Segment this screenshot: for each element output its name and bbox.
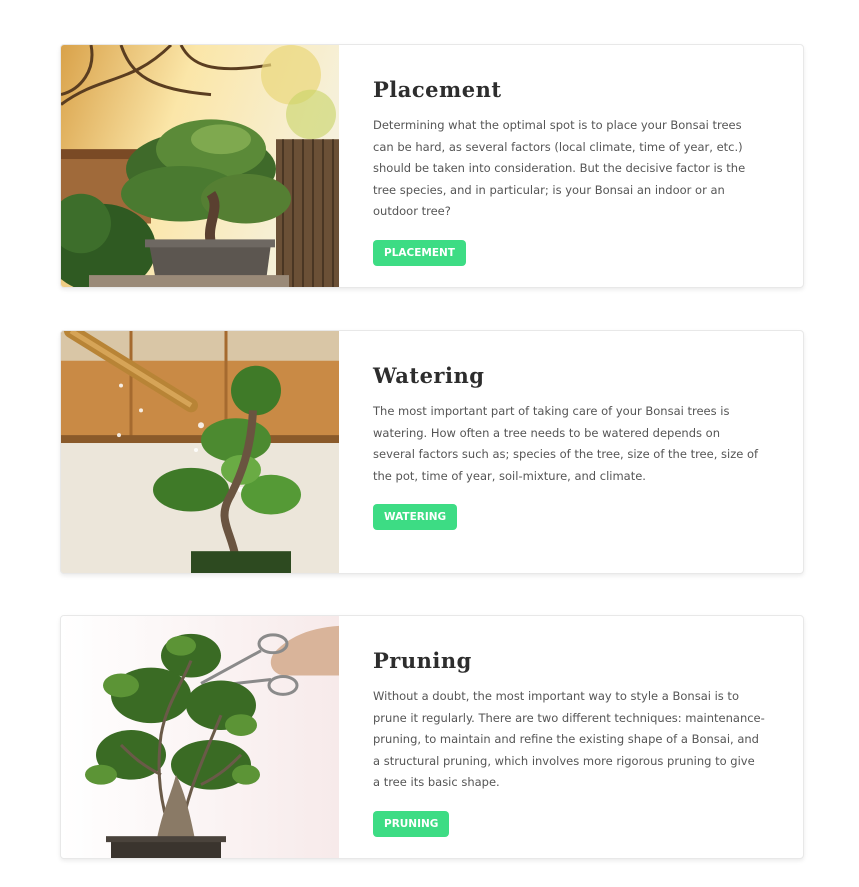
placement-card: Placement Determining what the optimal s…: [60, 44, 804, 288]
pruning-card: Pruning Without a doubt, the most import…: [60, 615, 804, 859]
card-title: Pruning: [373, 648, 472, 673]
card-description: The most important part of taking care o…: [373, 404, 759, 483]
pruning-image: [61, 616, 339, 858]
card-description: Without a doubt, the most important way …: [373, 689, 765, 789]
card-title: Watering: [373, 363, 485, 388]
placement-image: [61, 45, 339, 287]
card-description: Determining what the optimal spot is to …: [373, 118, 746, 218]
watering-card: Watering The most important part of taki…: [60, 330, 804, 574]
placement-button[interactable]: PLACEMENT: [373, 239, 466, 266]
watering-button[interactable]: WATERING: [373, 504, 458, 530]
card-title: Placement: [373, 77, 502, 102]
watering-image: [61, 331, 339, 573]
pruning-button[interactable]: PRUNING: [373, 810, 450, 837]
